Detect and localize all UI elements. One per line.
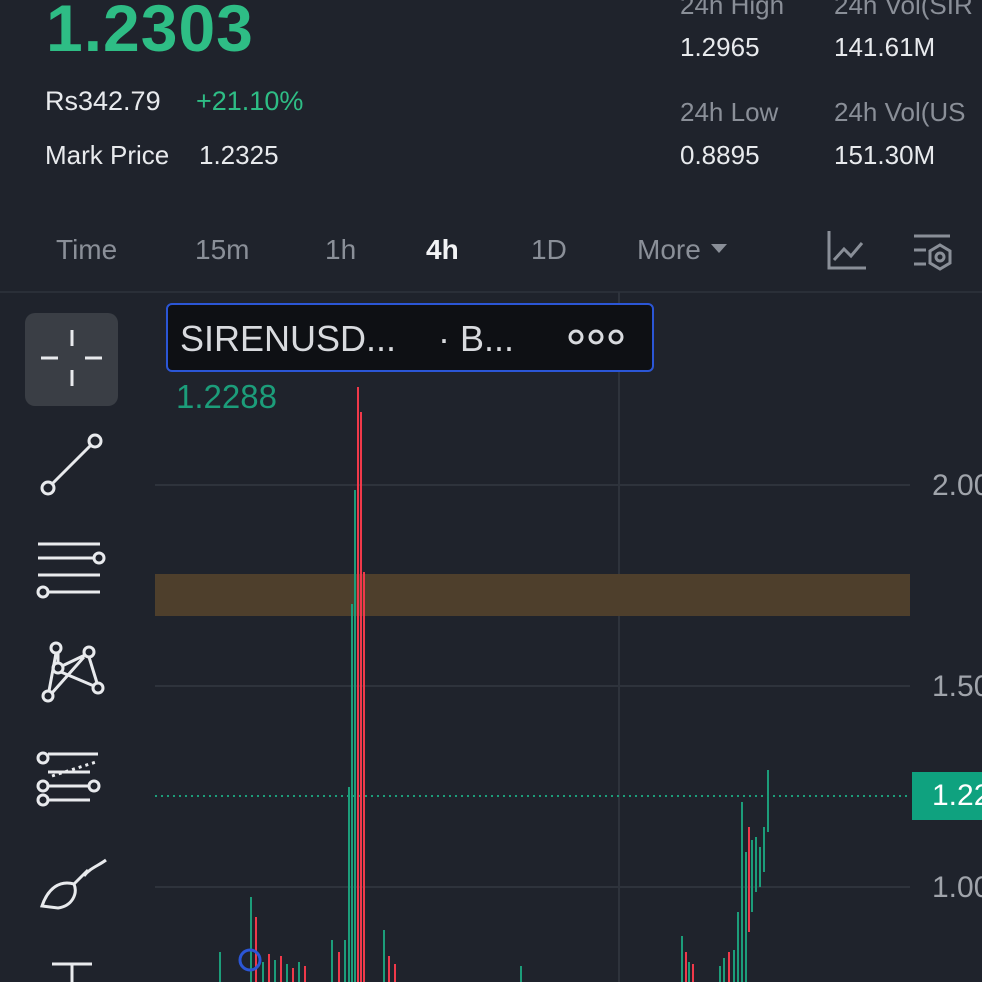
- vol-quote-label: 24h Vol(US: [834, 97, 966, 127]
- candle: [280, 956, 282, 982]
- chart-settings-icon[interactable]: [912, 231, 954, 273]
- candle: [759, 847, 761, 887]
- candle: [363, 572, 365, 982]
- high-value: 1.2965: [680, 32, 760, 62]
- tab-more[interactable]: More: [637, 234, 727, 266]
- vol-base-label: 24h Vol(SIR: [834, 0, 973, 20]
- candle: [692, 964, 694, 982]
- candle: [394, 964, 396, 982]
- caret-down-icon: [710, 244, 727, 254]
- mark-price-value: 1.2325: [199, 140, 279, 170]
- symbol-label: SIRENUSD...: [180, 318, 397, 359]
- candle: [262, 962, 264, 982]
- candle: [255, 917, 257, 982]
- axis-label-2: 2.00: [932, 469, 982, 502]
- mark-price-label: Mark Price: [45, 140, 170, 170]
- vol-base-value: 141.61M: [834, 32, 936, 62]
- tab-more-label: More: [637, 234, 701, 265]
- candle: [268, 954, 270, 982]
- candle: [274, 960, 276, 982]
- candle: [681, 936, 683, 982]
- candle: [383, 930, 385, 982]
- candle: [520, 966, 522, 982]
- high-label: 24h High: [680, 0, 785, 20]
- candle: [745, 852, 747, 982]
- indicator-chart-icon[interactable]: [826, 229, 868, 271]
- tab-1d[interactable]: 1D: [531, 234, 567, 266]
- more-options-icon[interactable]: [568, 319, 628, 355]
- last-price: 1.2303: [46, 0, 254, 65]
- candle: [728, 952, 730, 982]
- change-percent: +21.10%: [196, 86, 304, 116]
- axis-label-1: 1.00: [932, 871, 982, 904]
- candle: [357, 387, 359, 982]
- candle: [360, 412, 362, 982]
- tab-1h[interactable]: 1h: [325, 234, 356, 266]
- candle: [685, 952, 687, 982]
- candle: [737, 912, 739, 982]
- candle: [763, 827, 765, 872]
- price-zone-rectangle[interactable]: [155, 574, 910, 616]
- candle: [733, 950, 735, 982]
- candle: [298, 962, 300, 982]
- symbol-sub-label: · B...: [438, 318, 515, 359]
- low-label: 24h Low: [680, 97, 779, 127]
- hover-price-value: 1.2288: [176, 378, 277, 415]
- candle: [354, 490, 356, 982]
- candle: [723, 958, 725, 982]
- symbol-legend[interactable]: SIRENUSD... · B...: [166, 303, 654, 372]
- candle: [751, 840, 753, 912]
- low-value: 0.8895: [680, 140, 760, 170]
- candle: [351, 604, 353, 982]
- candle: [741, 802, 743, 982]
- candle: [688, 962, 690, 982]
- candle: [219, 952, 221, 982]
- candle: [767, 770, 769, 832]
- tab-time[interactable]: Time: [56, 234, 117, 266]
- candle: [719, 966, 721, 982]
- candle: [748, 827, 750, 932]
- fiat-price: Rs342.79: [45, 86, 161, 116]
- price-chart[interactable]: [0, 292, 982, 982]
- candle: [755, 837, 757, 892]
- vol-quote-value: 151.30M: [834, 140, 936, 170]
- candle: [331, 940, 333, 982]
- candle: [338, 952, 340, 982]
- candle: [344, 940, 346, 982]
- candle: [388, 956, 390, 982]
- current-price-tag: 1.22: [912, 772, 982, 820]
- candle: [304, 966, 306, 982]
- candle: [286, 964, 288, 982]
- candle: [292, 968, 294, 982]
- axis-label-1-5: 1.50: [932, 670, 982, 703]
- tab-4h[interactable]: 4h: [426, 234, 459, 266]
- candle: [348, 787, 350, 982]
- tab-15m[interactable]: 15m: [195, 234, 249, 266]
- candles-group: [219, 387, 769, 982]
